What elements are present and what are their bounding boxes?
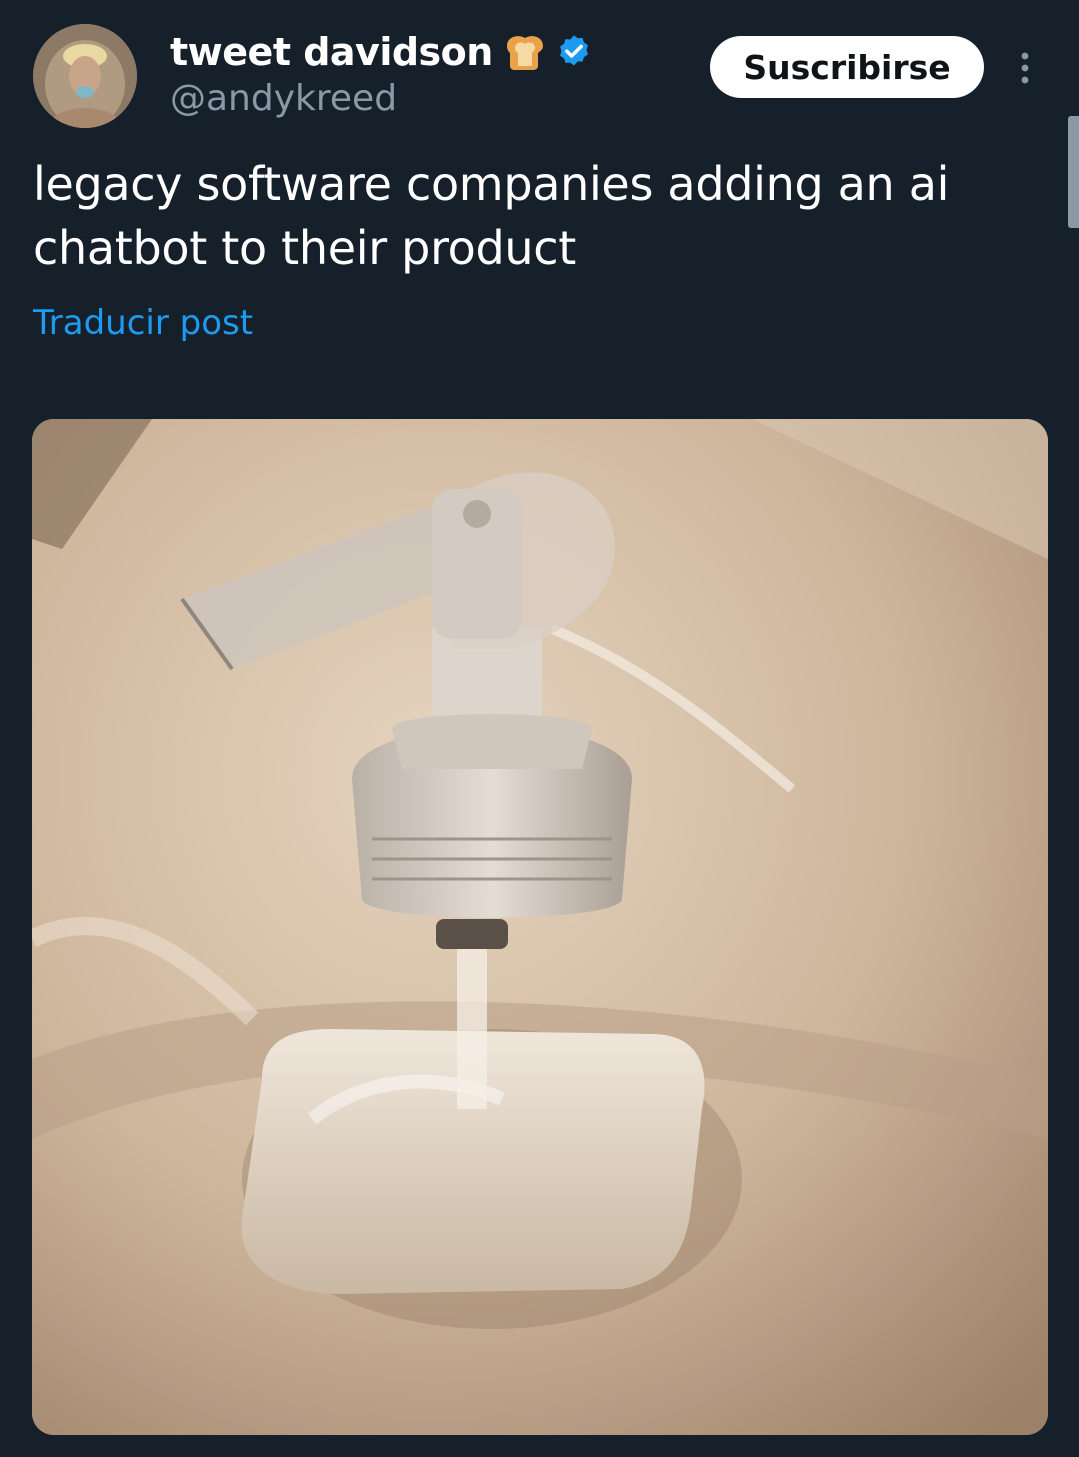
verified-badge-icon [555,33,593,71]
author-display-name[interactable]: tweet davidson [170,30,493,74]
subscribe-button[interactable]: Suscribirse [710,36,984,98]
author-handle[interactable]: @andykreed [170,78,397,119]
bread-icon [501,32,547,72]
author-name-row: tweet davidson [170,26,593,78]
more-options-icon[interactable] [1012,48,1038,88]
tweet-text: legacy software companies adding an ai c… [33,157,950,275]
translate-post-link[interactable]: Traducir post [33,303,253,343]
avatar-image [33,24,137,128]
tweet-media-photo[interactable] [32,419,1048,1435]
avatar[interactable] [33,24,137,128]
tweet-header: tweet davidson @andykreed Suscribirse [0,0,1079,140]
soap-pump-photo [32,419,1048,1435]
scrollbar-thumb[interactable] [1068,116,1079,228]
